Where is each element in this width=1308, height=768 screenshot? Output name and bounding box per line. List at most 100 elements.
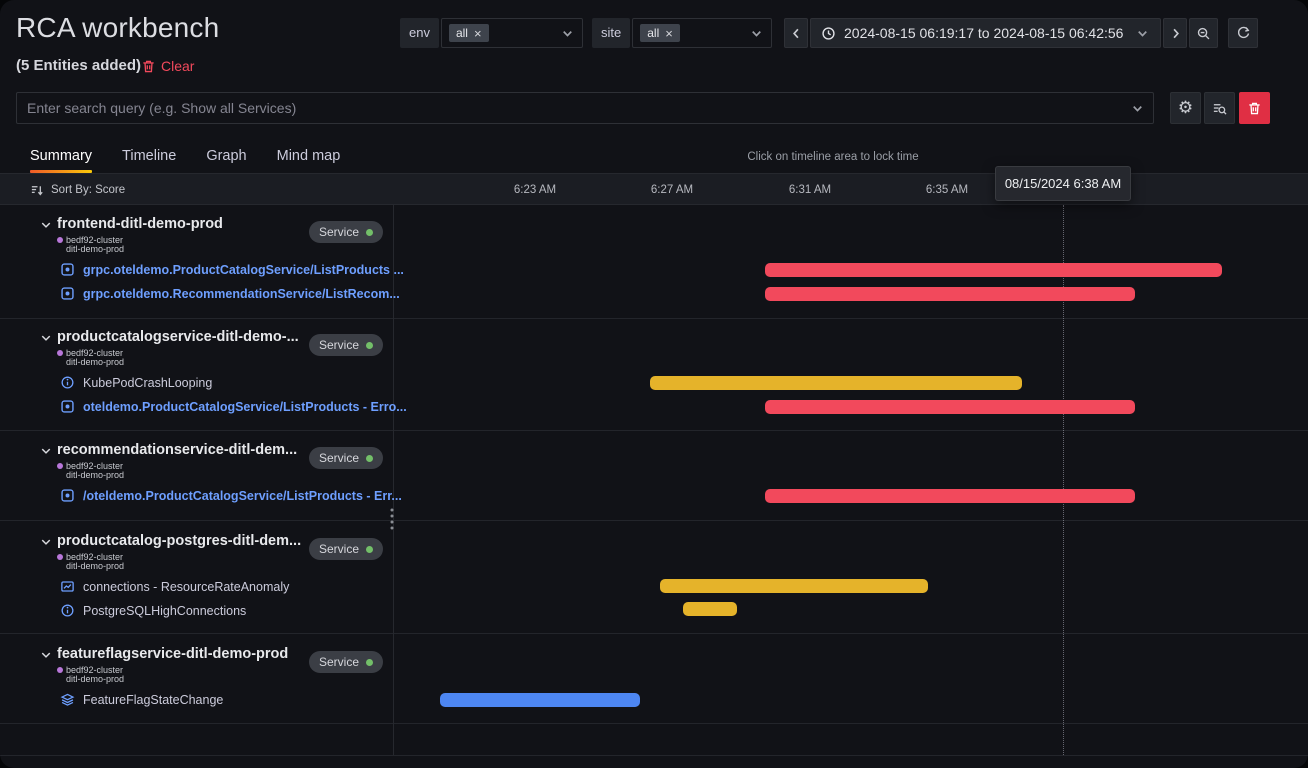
env-select[interactable]: all × — [441, 18, 583, 48]
time-tick: 6:23 AM — [514, 174, 556, 206]
event-item[interactable]: FeatureFlagStateChange — [60, 692, 223, 707]
tab-mind-map[interactable]: Mind map — [277, 140, 341, 172]
env-filter: env all × — [400, 18, 583, 48]
entity-namespace: ditl-demo-prod — [66, 357, 124, 367]
time-range-controls: 2024-08-15 06:19:17 to 2024-08-15 06:42:… — [784, 18, 1260, 48]
entities-added-count: (5 Entities added) — [16, 57, 141, 74]
chevron-down-icon — [1135, 26, 1150, 41]
entity-type-badge: Service — [309, 651, 383, 673]
site-tag-remove-icon[interactable]: × — [665, 27, 673, 40]
service-status-dot — [366, 229, 373, 236]
alert-link-item[interactable]: /oteldemo.ProductCatalogService/ListProd… — [60, 488, 402, 503]
clear-label: Clear — [161, 58, 194, 74]
entity-namespace: ditl-demo-prod — [66, 470, 124, 480]
entity-name[interactable]: featureflagservice-ditl-demo-prod — [57, 646, 288, 662]
timeline-bar[interactable] — [440, 693, 640, 707]
chevron-down-icon[interactable] — [40, 332, 52, 344]
entity-name[interactable]: frontend-ditl-demo-prod — [57, 216, 223, 232]
entity-group-productcatalog-postgres: productcatalog-postgres-ditl-dem... bedf… — [0, 532, 393, 642]
entity-name[interactable]: productcatalog-postgres-ditl-dem... — [57, 533, 301, 549]
chevron-down-icon[interactable] — [1130, 101, 1145, 116]
service-status-dot — [366, 659, 373, 666]
timeline-bar[interactable] — [765, 400, 1135, 414]
entity-type-badge: Service — [309, 221, 383, 243]
entity-namespace: ditl-demo-prod — [66, 674, 124, 684]
panel-chart-icon — [60, 579, 75, 594]
refresh-button[interactable] — [1228, 18, 1258, 48]
tab-timeline[interactable]: Timeline — [122, 140, 176, 172]
entity-type-badge: Service — [309, 447, 383, 469]
timeline-bar[interactable] — [765, 263, 1222, 277]
alert-item[interactable]: KubePodCrashLooping — [60, 375, 212, 390]
entity-name[interactable]: recommendationservice-ditl-dem... — [57, 442, 297, 458]
panel-resize-handle[interactable] — [388, 507, 396, 533]
entity-type-badge: Service — [309, 334, 383, 356]
gear-icon: ⚙ — [1178, 98, 1193, 118]
clock-icon — [821, 26, 836, 41]
timeline-bar[interactable] — [765, 489, 1135, 503]
alert-link-item[interactable]: oteldemo.ProductCatalogService/ListProdu… — [60, 399, 407, 414]
anomaly-item[interactable]: connections - ResourceRateAnomaly — [60, 579, 289, 594]
info-circle-icon — [60, 603, 75, 618]
alert-rule-icon — [60, 399, 75, 414]
entity-name[interactable]: productcatalogservice-ditl-demo-... — [57, 329, 299, 345]
timeline-bar[interactable] — [650, 376, 1022, 390]
rca-workbench-app: RCA workbench env all × site all × — [0, 0, 1308, 768]
time-range-picker[interactable]: 2024-08-15 06:19:17 to 2024-08-15 06:42:… — [810, 18, 1161, 48]
group-divider — [0, 755, 1308, 756]
time-tick: 6:35 AM — [926, 174, 968, 206]
env-tag-remove-icon[interactable]: × — [474, 27, 482, 40]
chevron-down-icon[interactable] — [40, 536, 52, 548]
env-filter-label: env — [400, 18, 439, 48]
entity-namespace: ditl-demo-prod — [66, 244, 124, 254]
sort-by-label: Sort By: Score — [51, 184, 125, 196]
site-select[interactable]: all × — [632, 18, 772, 48]
clear-entities-button[interactable]: Clear — [141, 58, 194, 74]
time-shift-back-button[interactable] — [784, 18, 808, 48]
alert-link-item[interactable]: grpc.oteldemo.ProductCatalogService/List… — [60, 262, 404, 277]
entity-namespace: ditl-demo-prod — [66, 561, 124, 571]
chevron-down-icon[interactable] — [40, 649, 52, 661]
tab-graph[interactable]: Graph — [206, 140, 246, 172]
entity-group-frontend: frontend-ditl-demo-prod bedf92-cluster d… — [0, 215, 393, 325]
trash-icon — [141, 59, 156, 74]
chevron-down-icon — [560, 26, 575, 41]
summary-content: frontend-ditl-demo-prod bedf92-cluster d… — [0, 205, 1308, 768]
alert-link-item[interactable]: grpc.oteldemo.RecommendationService/List… — [60, 286, 400, 301]
settings-button[interactable]: ⚙ — [1170, 92, 1201, 124]
service-status-dot — [366, 546, 373, 553]
time-range-text: 2024-08-15 06:19:17 to 2024-08-15 06:42:… — [844, 25, 1123, 41]
search-query-input[interactable] — [16, 92, 1154, 124]
layers-icon — [60, 692, 75, 707]
alert-item[interactable]: PostgreSQLHighConnections — [60, 603, 246, 618]
entity-group-featureflagservice: featureflagservice-ditl-demo-prod bedf92… — [0, 645, 393, 755]
time-shift-forward-button[interactable] — [1163, 18, 1187, 48]
chevron-down-icon[interactable] — [40, 445, 52, 457]
entity-type-badge: Service — [309, 538, 383, 560]
trash-icon — [1247, 101, 1262, 116]
timeline-bar[interactable] — [660, 579, 928, 593]
chevron-down-icon[interactable] — [40, 219, 52, 231]
alert-rule-icon — [60, 286, 75, 301]
alert-rule-icon — [60, 488, 75, 503]
zoom-out-time-button[interactable] — [1189, 18, 1218, 48]
cluster-dot — [57, 463, 63, 469]
chevron-down-icon — [749, 26, 764, 41]
time-tick: 6:27 AM — [651, 174, 693, 206]
sort-icon — [30, 183, 45, 198]
site-selected-tag: all × — [640, 24, 680, 42]
cluster-dot — [57, 554, 63, 560]
delete-query-button[interactable] — [1239, 92, 1270, 124]
timeline-bar[interactable] — [683, 602, 737, 616]
sort-by-control[interactable]: Sort By: Score — [30, 174, 125, 206]
site-filter-label: site — [592, 18, 630, 48]
tab-summary[interactable]: Summary — [30, 140, 92, 172]
entity-group-productcatalogservice: productcatalogservice-ditl-demo-... bedf… — [0, 328, 393, 438]
cluster-dot — [57, 350, 63, 356]
page-title: RCA workbench — [16, 12, 219, 44]
service-status-dot — [366, 455, 373, 462]
env-selected-value: all — [456, 26, 468, 40]
query-inspector-button[interactable] — [1204, 92, 1235, 124]
timeline-lock-hint: Click on timeline area to lock time — [683, 151, 983, 163]
timeline-bar[interactable] — [765, 287, 1135, 301]
